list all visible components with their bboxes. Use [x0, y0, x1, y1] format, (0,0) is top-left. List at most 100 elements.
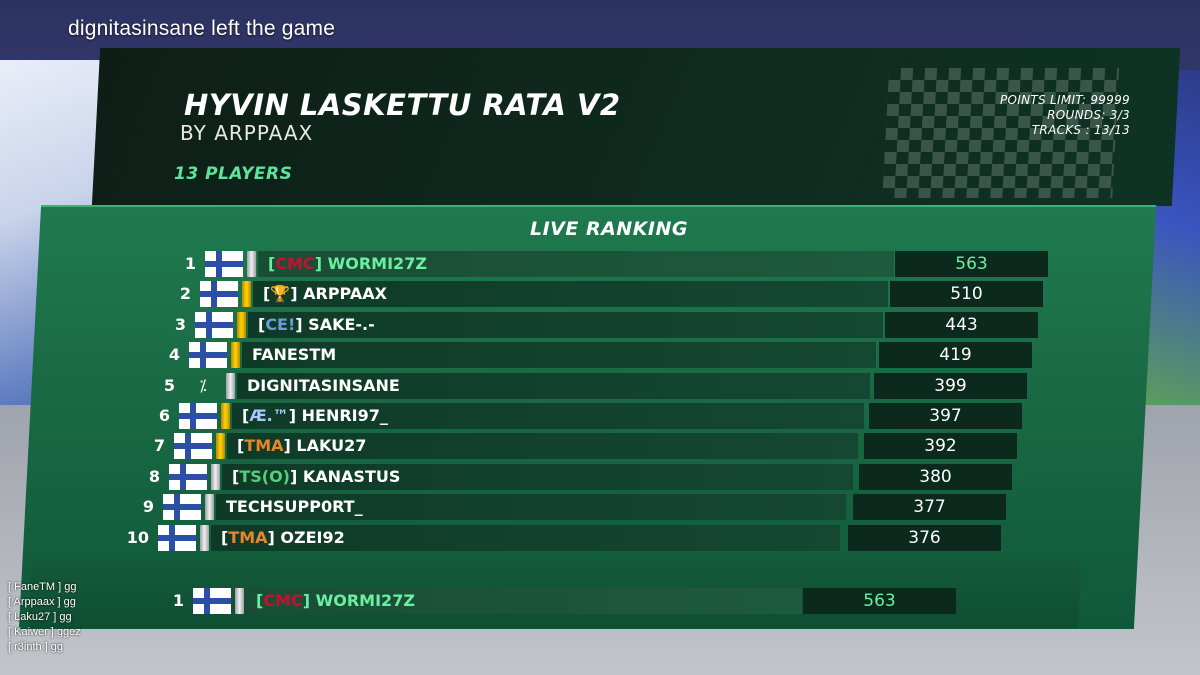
player-name: [TMA] LAKU27: [237, 436, 367, 455]
player-name-bar: DIGNITASINSANE: [237, 373, 870, 399]
player-name: DIGNITASINSANE: [247, 376, 400, 395]
rank-number: 5: [163, 376, 175, 395]
clan-tag: 🏆: [270, 284, 291, 303]
player-name-bar: [CMC] WORMI27Z: [258, 251, 894, 277]
player-nickname: ARPPAAX: [303, 284, 387, 303]
match-settings: POINTS LIMIT: 99999 ROUNDS: 3/3 TRACKS :…: [1000, 93, 1130, 138]
player-score: 443: [945, 315, 978, 335]
map-author: BY ARPPAAX: [180, 121, 314, 145]
player-name: TECHSUPP0RT_: [226, 497, 363, 516]
finland-flag-icon: [174, 433, 212, 459]
player-name: [TS(O)] KANASTUS: [232, 467, 401, 486]
player-score: 392: [924, 436, 957, 456]
clan-tag: CMC: [263, 591, 303, 610]
chat-line: [ Kaiwer ] ggez: [8, 626, 81, 638]
live-ranking-title: LIVE RANKING: [530, 218, 688, 240]
rank-number: 8: [148, 467, 160, 486]
finland-flag-icon: [158, 525, 196, 551]
player-name: [CE!] SAKE-.-: [258, 315, 375, 334]
finland-flag-icon: [179, 403, 217, 429]
player-count: 13 PLAYERS: [174, 164, 293, 184]
clan-tag: TS(O): [239, 467, 290, 486]
player-name: [CMC] WORMI27Z: [268, 254, 427, 273]
gold-rank-medal-icon: [216, 433, 225, 459]
silver-rank-medal-icon: [200, 525, 209, 551]
player-score: 419: [939, 345, 972, 365]
silver-rank-medal-icon: [235, 588, 244, 614]
player-score-box: 419: [879, 342, 1032, 368]
tracks-count: TRACKS : 13/13: [1031, 123, 1130, 137]
finland-flag-icon: [169, 464, 207, 490]
finland-flag-icon: [195, 312, 233, 338]
finland-flag-icon: [163, 494, 201, 520]
player-name-bar: [TMA] LAKU27: [227, 433, 859, 459]
rank-number: 2: [179, 284, 191, 303]
player-nickname: DIGNITASINSANE: [247, 376, 400, 395]
points-limit: POINTS LIMIT: 99999: [999, 93, 1130, 107]
player-name-bar: [TS(O)] KANASTUS: [222, 464, 853, 490]
player-score: 563: [955, 254, 988, 274]
chat-line: [ r3inth ] gg: [8, 641, 64, 653]
player-nickname: KANASTUS: [302, 467, 401, 486]
rank-number: 3: [174, 315, 186, 334]
rank-number: 1: [184, 254, 196, 273]
player-nickname: FANESTM: [252, 345, 337, 364]
gold-rank-medal-icon: [237, 312, 246, 338]
player-score: 377: [913, 497, 946, 517]
player-nickname: WORMI27Z: [315, 591, 415, 610]
player-score-box: 510: [890, 281, 1043, 307]
player-name: [🏆] ARPPAAX: [263, 284, 387, 303]
player-name: [Æ.™] HENRI97_: [242, 406, 388, 425]
player-score-box: 397: [869, 403, 1022, 429]
rank-number: 9: [142, 497, 154, 516]
player-score: 399: [934, 376, 967, 396]
rank-number: 1: [172, 591, 184, 610]
clan-tag: Æ.™: [249, 406, 289, 425]
chat-log: [ FaneTM ] gg [ Arppaax ] gg [ Laku27 ] gg…: [8, 580, 81, 655]
chat-line: [ Laku27 ] gg: [8, 611, 72, 623]
player-nickname: OZEI92: [280, 528, 345, 547]
player-name-bar: FANESTM: [242, 342, 876, 368]
rank-number: 6: [158, 406, 170, 425]
silver-rank-medal-icon: [247, 251, 256, 277]
player-score-box: 376: [848, 525, 1001, 551]
silver-rank-medal-icon: [211, 464, 220, 490]
silver-rank-medal-icon: [226, 373, 235, 399]
player-name-bar: TECHSUPP0RT_: [216, 494, 846, 520]
player-score-box: 380: [859, 464, 1012, 490]
player-score: 563: [863, 591, 896, 611]
map-title: HYVIN LASKETTU RATA V2: [184, 88, 621, 122]
player-nickname: HENRI97_: [301, 406, 388, 425]
clan-tag: TMA: [244, 436, 284, 455]
player-score: 510: [950, 284, 983, 304]
player-name-bar: [Æ.™] HENRI97_: [232, 403, 865, 429]
clan-tag: TMA: [228, 528, 268, 547]
chat-line: [ FaneTM ] gg: [8, 581, 77, 593]
player-nickname: SAKE-.-: [308, 315, 375, 334]
player-score-box: 563: [803, 588, 956, 614]
player-name-bar: [CE!] SAKE-.-: [248, 312, 883, 338]
silver-rank-medal-icon: [205, 494, 214, 520]
chat-line: [ Arppaax ] gg: [8, 596, 76, 608]
gold-rank-medal-icon: [231, 342, 240, 368]
player-nickname: TECHSUPP0RT_: [226, 497, 363, 516]
finland-flag-icon: [200, 281, 238, 307]
finland-flag-icon: [193, 588, 231, 614]
rank-number: 4: [168, 345, 180, 364]
rank-number: 7: [153, 436, 165, 455]
unknown-flag-icon: ⁒: [199, 376, 207, 395]
player-name: [CMC] WORMI27Z: [256, 591, 415, 610]
clan-tag: CE!: [265, 315, 296, 334]
finland-flag-icon: [205, 251, 243, 277]
finland-flag-icon: [189, 342, 227, 368]
player-score-box: 392: [864, 433, 1017, 459]
gold-rank-medal-icon: [221, 403, 230, 429]
gold-rank-medal-icon: [242, 281, 251, 307]
rounds-count: ROUNDS: 3/3: [1047, 108, 1130, 122]
player-name: [TMA] OZEI92: [221, 528, 345, 547]
player-score-box: 399: [874, 373, 1027, 399]
player-score-box: 443: [885, 312, 1038, 338]
player-left-notice: dignitasinsane left the game: [68, 17, 336, 40]
player-score-box: 563: [895, 251, 1048, 277]
rank-number: 10: [126, 528, 149, 547]
